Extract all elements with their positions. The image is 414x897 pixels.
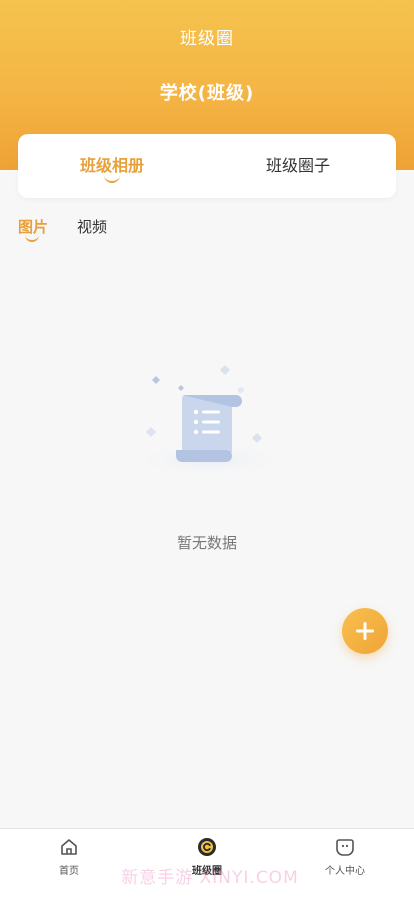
empty-document-icon bbox=[130, 360, 290, 480]
home-icon bbox=[61, 839, 77, 855]
profile-icon bbox=[336, 839, 354, 856]
school-class-title: 学校(班级) bbox=[159, 83, 255, 104]
main-tab-bar: 班级相册 班级圈子 bbox=[18, 134, 396, 198]
circle-icon bbox=[198, 838, 216, 856]
active-sub-tab-indicator bbox=[25, 235, 39, 242]
page-title: 班级圈 bbox=[180, 29, 234, 49]
plus-icon bbox=[356, 622, 374, 640]
add-button[interactable] bbox=[342, 608, 388, 654]
sub-tab-videos[interactable]: 视频 bbox=[77, 216, 107, 237]
tab-class-album[interactable]: 班级相册 bbox=[66, 134, 158, 198]
sub-tab-pictures[interactable]: 图片 bbox=[18, 216, 48, 237]
empty-state-text: 暂无数据 bbox=[176, 534, 237, 552]
tab-class-circle[interactable]: 班级圈子 bbox=[252, 134, 344, 198]
